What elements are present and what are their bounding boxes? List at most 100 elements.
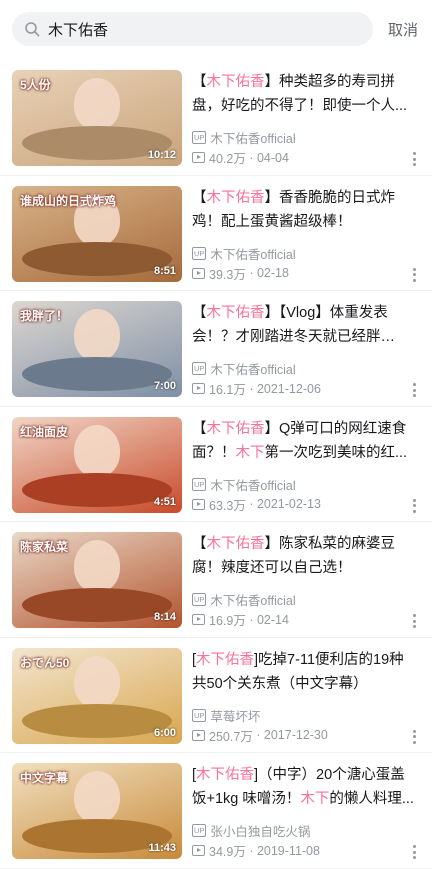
video-duration: 4:51 <box>153 495 176 508</box>
uploader-row[interactable]: UP 木下佑香official <box>192 244 296 263</box>
thumbnail-figure <box>74 655 120 708</box>
stats-row: 40.2万 · 04-04 <box>192 148 289 167</box>
meta-separator: · <box>245 381 257 396</box>
upload-date: 2019-11-08 <box>256 843 320 858</box>
thumbnail-caption: 谁成山的日式炸鸡 <box>20 193 117 208</box>
more-options-icon[interactable] <box>412 614 416 628</box>
title-text: 【 <box>192 74 207 90</box>
thumbnail-figure <box>74 424 120 477</box>
upload-date: 2017-12-30 <box>263 728 328 742</box>
view-count: 16.1万 <box>209 383 246 397</box>
keyword-highlight: 木下佑香 <box>196 651 255 668</box>
play-count-icon <box>192 729 205 741</box>
list-item[interactable]: 陈家私菜 8:14 【木下佑香】陈家私菜的麻婆豆腐！辣度还可以自己选！ UP 木下佑香o… <box>0 522 432 638</box>
video-info: 【木下佑香】Q弹可口的网红速食面？！木下第一次吃到美味的红... UP 木下佑香of… <box>192 417 418 513</box>
keyword-highlight: 木下佑香 <box>206 74 265 90</box>
list-item[interactable]: おでん50 6:00 [木下佑香]吃掉7-11便利店的19种共50个关东煮（中文字幕… <box>0 638 432 753</box>
more-options-icon[interactable] <box>412 383 416 397</box>
stats-row: 63.3万 · 2021-02-13 <box>192 495 321 514</box>
meta-separator: · <box>245 497 257 511</box>
uploader-name: 草莓坏坏 <box>210 709 261 724</box>
keyword-highlight: 木下佑香 <box>206 189 265 206</box>
video-duration: 11:43 <box>148 842 176 854</box>
uploader-row[interactable]: UP 木下佑香official <box>192 475 296 494</box>
cancel-button[interactable]: 取消 <box>388 19 418 40</box>
meta-separator: · <box>245 150 257 165</box>
uploader-row[interactable]: UP 草莓坏坏 <box>192 706 260 725</box>
video-thumbnail[interactable]: 红油面皮 4:51 <box>12 416 182 513</box>
stats-row: 16.9万 · 02-14 <box>192 610 289 629</box>
video-title[interactable]: [木下佑香]吃掉7-11便利店的19种共50个关东煮（中文字幕） <box>192 648 418 696</box>
thumbnail-caption: 陈家私菜 <box>20 540 69 554</box>
video-title[interactable]: 【木下佑香】种类超多的寿司拼盘，好吃的不得了！即使一个人... <box>192 70 418 118</box>
video-thumbnail[interactable]: 5人份 10:12 <box>12 70 182 166</box>
list-item[interactable]: 红油面皮 4:51 【木下佑香】Q弹可口的网红速食面？！木下第一次吃到美味的红...… <box>0 407 432 522</box>
results-list: 5人份 10:12 【木下佑香】种类超多的寿司拼盘，好吃的不得了！即使一个人... U… <box>0 60 432 869</box>
stats-row: 39.3万 · 02-18 <box>192 264 289 283</box>
video-title[interactable]: [木下佑香]（中字）20个溏心蛋盖饭+1kg 味噌汤！木下的懒人料理... <box>192 763 418 811</box>
upload-date: 02-18 <box>256 266 289 280</box>
video-duration: 8:51 <box>153 264 176 277</box>
more-options-icon[interactable] <box>412 267 416 282</box>
uploader-row[interactable]: UP 张小白独自吃火锅 <box>192 821 310 840</box>
meta-separator: · <box>252 728 264 742</box>
play-count-icon <box>192 152 205 163</box>
list-item[interactable]: 谁成山的日式炸鸡 8:51 【木下佑香】香香脆脆的日式炸鸡！配上蛋黄酱超级棒！ UP 木… <box>0 176 432 291</box>
video-info: 【木下佑香】种类超多的寿司拼盘，好吃的不得了！即使一个人... UP 木下佑香off… <box>192 70 418 166</box>
upload-date: 04-04 <box>256 150 289 165</box>
title-text: 【 <box>192 305 207 321</box>
thumbnail-figure <box>74 771 120 823</box>
video-thumbnail[interactable]: 陈家私菜 8:14 <box>12 532 182 628</box>
video-info: [木下佑香]（中字）20个溏心蛋盖饭+1kg 味噌汤！木下的懒人料理... UP 张… <box>192 763 418 859</box>
play-count-icon <box>192 383 205 394</box>
more-options-icon[interactable] <box>412 152 416 166</box>
video-thumbnail[interactable]: 谁成山的日式炸鸡 8:51 <box>12 185 182 282</box>
view-count: 63.3万 <box>209 498 246 513</box>
list-item[interactable]: 中文字幕 11:43 [木下佑香]（中字）20个溏心蛋盖饭+1kg 味噌汤！木下的懒… <box>0 753 432 869</box>
stats-row: 16.1万 · 2021-12-06 <box>192 379 321 398</box>
uploader-name: 木下佑香official <box>210 594 296 608</box>
play-count-icon <box>192 614 205 625</box>
more-options-icon[interactable] <box>412 845 416 859</box>
uploader-row[interactable]: UP 木下佑香official <box>192 359 296 378</box>
keyword-highlight: 木下佑香 <box>206 305 265 321</box>
thumbnail-caption: おでん50 <box>20 655 70 670</box>
thumbnail-figure <box>74 309 120 361</box>
video-thumbnail[interactable]: 中文字幕 11:43 <box>12 763 182 859</box>
up-icon: UP <box>192 824 207 837</box>
thumbnail-food <box>22 472 172 507</box>
thumbnail-figure <box>74 540 120 592</box>
stats-row: 34.9万 · 2019-11-08 <box>192 841 320 860</box>
title-text: 【 <box>192 420 207 437</box>
title-text: 【 <box>192 189 207 206</box>
uploader-row[interactable]: UP 木下佑香official <box>192 128 296 147</box>
uploader-name: 张小白独自吃火锅 <box>210 825 311 839</box>
video-thumbnail[interactable]: 我胖了！ 7:00 <box>12 301 182 397</box>
search-input[interactable]: 木下佑香 <box>12 12 373 46</box>
list-item[interactable]: 我胖了！ 7:00 【木下佑香】【Vlog】体重发表会！？才刚踏进冬天就已经胖了！？… <box>0 291 432 407</box>
video-title[interactable]: 【木下佑香】陈家私菜的麻婆豆腐！辣度还可以自己选！ <box>192 532 418 580</box>
thumbnail-food <box>22 241 172 276</box>
thumbnail-caption: 中文字幕 <box>20 771 69 785</box>
video-title[interactable]: 【木下佑香】Q弹可口的网红速食面？！木下第一次吃到美味的红... <box>192 417 418 465</box>
video-thumbnail[interactable]: おでん50 6:00 <box>12 647 182 744</box>
keyword-highlight: 木下佑香 <box>206 536 265 552</box>
thumbnail-caption: 5人份 <box>20 78 51 92</box>
video-title[interactable]: 【木下佑香】香香脆脆的日式炸鸡！配上蛋黄酱超级棒！ <box>192 186 418 234</box>
title-text: 【 <box>192 536 207 552</box>
more-options-icon[interactable] <box>412 498 416 513</box>
video-duration: 8:14 <box>153 611 176 623</box>
video-title[interactable]: 【木下佑香】【Vlog】体重发表会！？才刚踏进冬天就已经胖了！？ <box>192 301 418 349</box>
stats-row: 250.7万 · 2017-12-30 <box>192 726 328 745</box>
up-icon: UP <box>192 593 207 606</box>
video-duration: 6:00 <box>153 726 176 739</box>
up-icon: UP <box>192 131 207 144</box>
view-count: 16.9万 <box>209 614 246 628</box>
more-options-icon[interactable] <box>412 729 416 744</box>
keyword-highlight: 木下 <box>300 791 330 807</box>
list-item[interactable]: 5人份 10:12 【木下佑香】种类超多的寿司拼盘，好吃的不得了！即使一个人... U… <box>0 60 432 176</box>
video-info: 【木下佑香】香香脆脆的日式炸鸡！配上蛋黄酱超级棒！ UP 木下佑香official 3… <box>192 186 418 282</box>
upload-date: 2021-02-13 <box>256 497 321 511</box>
uploader-row[interactable]: UP 木下佑香official <box>192 590 296 609</box>
search-icon <box>25 22 40 37</box>
